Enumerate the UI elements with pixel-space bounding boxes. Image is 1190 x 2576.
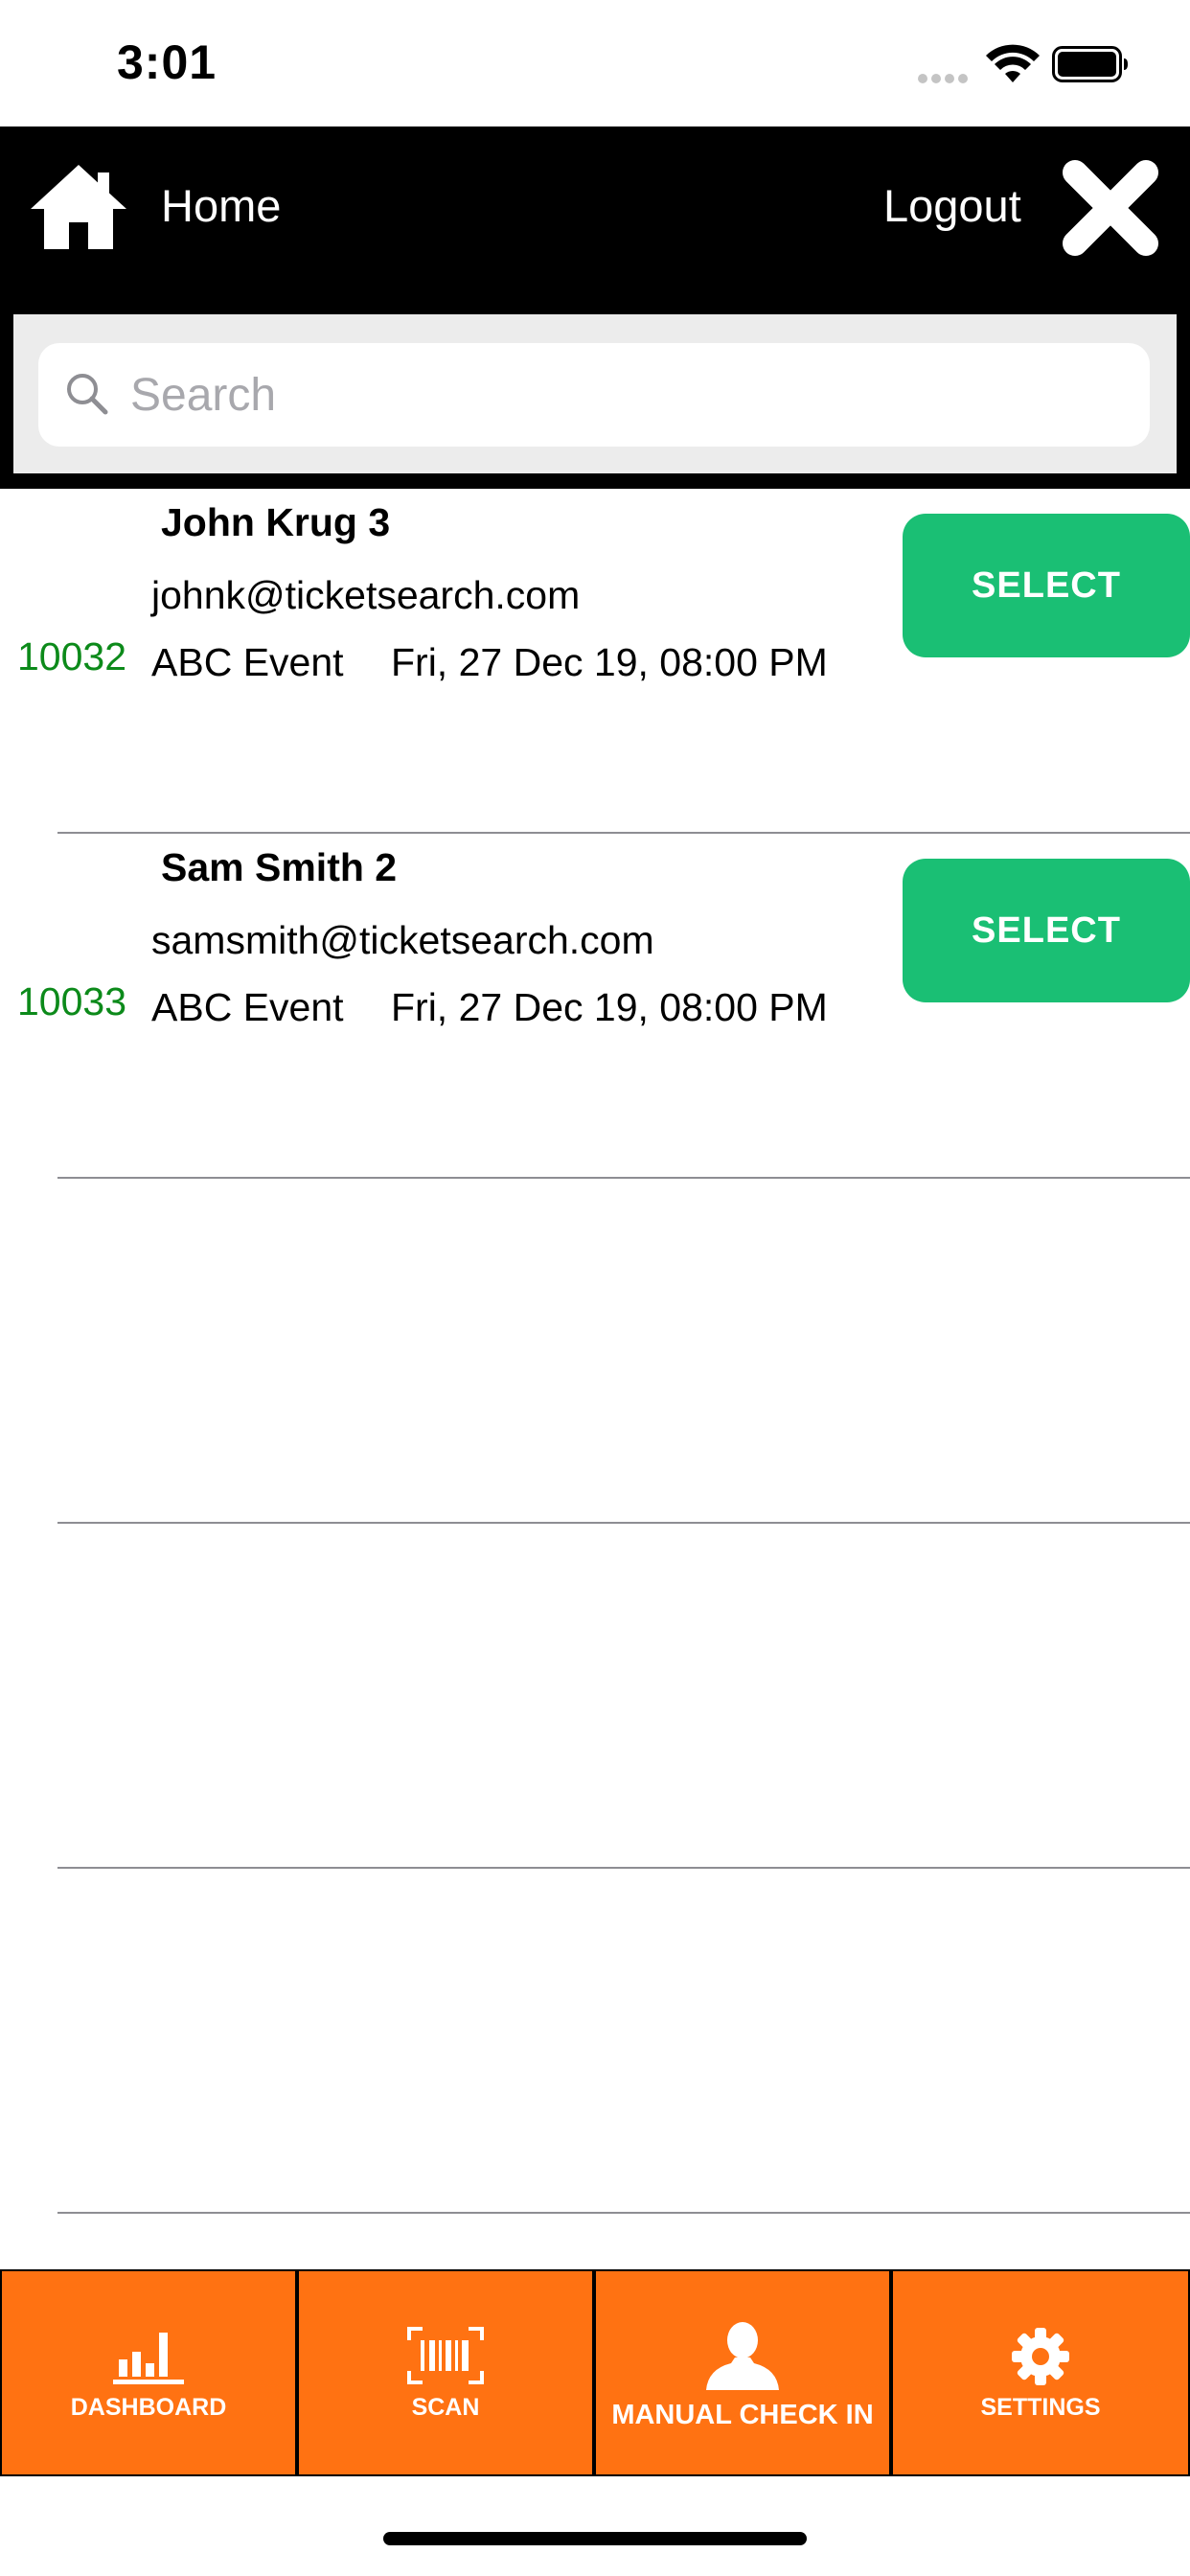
gear-icon: [1012, 2328, 1069, 2385]
ticket-id: 10033: [17, 979, 127, 1024]
bar-chart-icon: [113, 2333, 184, 2384]
select-button[interactable]: SELECT: [903, 514, 1190, 657]
app-header: Home Logout: [0, 126, 1190, 314]
tab-label: SETTINGS: [980, 2394, 1101, 2421]
logout-button[interactable]: Logout: [883, 179, 1021, 232]
results-list: John Krug 3 johnk@ticketsearch.com 10032…: [0, 489, 1190, 2214]
list-item: John Krug 3 johnk@ticketsearch.com 10032…: [0, 489, 1190, 834]
close-icon[interactable]: [1058, 155, 1163, 261]
search-field[interactable]: [38, 343, 1150, 447]
search-section: [0, 314, 1190, 489]
event-name: ABC Event: [151, 985, 344, 1029]
tab-label: DASHBOARD: [70, 2394, 227, 2421]
home-icon[interactable]: [27, 161, 130, 253]
person-icon: [706, 2322, 779, 2390]
status-bar: 3:01: [0, 0, 1190, 126]
attendee-name: Sam Smith 2: [161, 845, 398, 889]
tab-dashboard[interactable]: DASHBOARD: [2, 2271, 295, 2474]
event-name: ABC Event: [151, 640, 344, 684]
row-divider: [57, 2212, 1190, 2214]
battery-icon: [1052, 46, 1128, 82]
search-icon: [67, 374, 108, 415]
tab-bar: DASHBOARD SCAN MANUAL CHECK IN SETTINGS: [0, 2269, 1190, 2476]
tab-label: SCAN: [411, 2394, 480, 2421]
wifi-icon: [986, 44, 1040, 82]
ticket-id: 10032: [17, 634, 127, 678]
attendee-email: samsmith@ticketsearch.com: [151, 918, 654, 962]
list-item: Sam Smith 2 samsmith@ticketsearch.com 10…: [0, 834, 1190, 1179]
home-indicator: [383, 2532, 807, 2545]
tab-manual-check-in[interactable]: MANUAL CHECK IN: [596, 2271, 889, 2474]
select-button[interactable]: SELECT: [903, 859, 1190, 1002]
attendee-email: johnk@ticketsearch.com: [151, 573, 581, 617]
attendee-name: John Krug 3: [161, 500, 391, 544]
home-link[interactable]: Home: [161, 179, 281, 232]
search-input[interactable]: [130, 343, 1127, 447]
tab-settings[interactable]: SETTINGS: [893, 2271, 1188, 2474]
event-date: Fri, 27 Dec 19, 08:00 PM: [391, 985, 828, 1029]
empty-row: [0, 1179, 1190, 1524]
search-bar: [13, 314, 1177, 473]
barcode-icon: [407, 2327, 484, 2384]
tab-label: MANUAL CHECK IN: [611, 2400, 874, 2430]
empty-row: [0, 1524, 1190, 1869]
event-date: Fri, 27 Dec 19, 08:00 PM: [391, 640, 828, 684]
tab-scan[interactable]: SCAN: [299, 2271, 592, 2474]
cellular-signal-icon: [918, 71, 972, 83]
empty-row: [0, 1869, 1190, 2214]
status-time: 3:01: [117, 35, 217, 89]
